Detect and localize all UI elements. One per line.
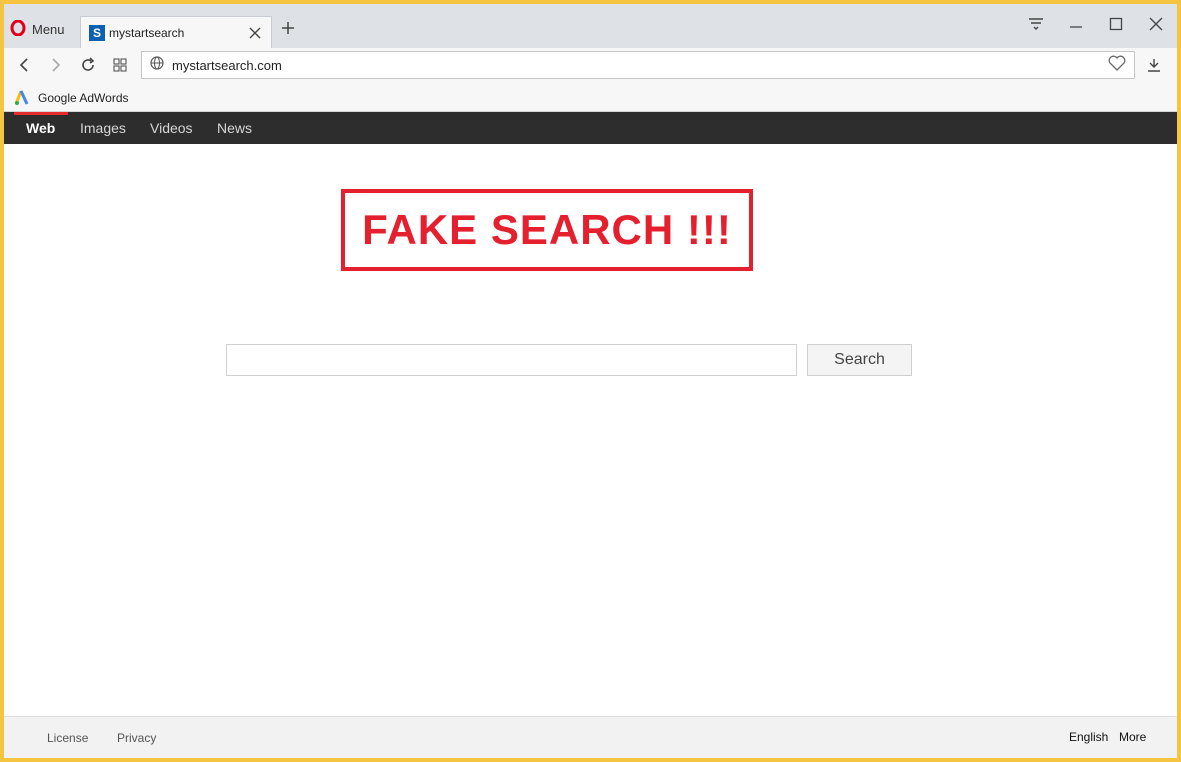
reload-icon	[80, 56, 96, 78]
sliders-icon	[1028, 17, 1044, 36]
bookmarks-bar: Google AdWords	[4, 84, 1177, 112]
footer-link-license[interactable]: License	[47, 731, 88, 745]
back-button[interactable]	[12, 55, 36, 79]
banner-text: FAKE SEARCH !!!	[362, 206, 732, 253]
chevron-right-icon	[50, 57, 62, 77]
opera-logo-icon	[10, 19, 26, 39]
minimize-button[interactable]	[1064, 14, 1088, 38]
bookmark-label: Google AdWords	[38, 91, 129, 105]
close-icon[interactable]	[247, 25, 263, 41]
fake-search-banner: FAKE SEARCH !!!	[341, 189, 753, 271]
reload-button[interactable]	[76, 55, 100, 79]
easy-setup-button[interactable]	[1024, 14, 1048, 38]
search-input[interactable]	[226, 344, 797, 376]
tab-title: mystartsearch	[109, 25, 185, 40]
maximize-button[interactable]	[1104, 14, 1128, 38]
speed-dial-button[interactable]	[108, 55, 132, 79]
opera-menu-button[interactable]: Menu	[10, 16, 65, 42]
menu-label: Menu	[32, 21, 65, 37]
new-tab-button[interactable]	[278, 20, 298, 40]
address-bar[interactable]: mystartsearch.com	[141, 51, 1135, 79]
heart-icon[interactable]	[1108, 55, 1126, 76]
footer-link-privacy[interactable]: Privacy	[117, 731, 156, 745]
chevron-left-icon	[18, 57, 30, 77]
close-icon	[1149, 17, 1163, 36]
tab-news[interactable]: News	[217, 112, 252, 144]
page-footer: License Privacy English More	[4, 716, 1177, 758]
footer-link-more[interactable]: More	[1119, 730, 1146, 744]
search-button[interactable]: Search	[807, 344, 912, 376]
downloads-button[interactable]	[1142, 55, 1166, 79]
grid-icon	[113, 58, 127, 77]
adwords-logo-icon	[14, 89, 30, 108]
footer-link-english[interactable]: English	[1069, 730, 1108, 744]
bookmark-google-adwords[interactable]: Google AdWords	[14, 88, 129, 108]
search-category-nav: Web Images Videos News	[4, 112, 1177, 144]
url-text[interactable]: mystartsearch.com	[172, 58, 1108, 73]
browser-window: Menu S mystartsearch mystartsearch.com G…	[4, 4, 1177, 758]
site-favicon-icon: S	[89, 24, 105, 41]
minimize-icon	[1069, 17, 1083, 36]
tab-mystartsearch[interactable]: S mystartsearch	[80, 16, 272, 48]
plus-icon	[281, 21, 295, 40]
tab-strip: Menu S mystartsearch	[4, 4, 1177, 48]
tab-web[interactable]: Web	[26, 112, 55, 144]
globe-icon	[150, 55, 164, 75]
maximize-icon	[1109, 17, 1123, 36]
address-toolbar: mystartsearch.com	[4, 48, 1177, 84]
download-icon	[1147, 58, 1161, 77]
forward-button[interactable]	[44, 55, 68, 79]
tab-images[interactable]: Images	[80, 112, 126, 144]
close-window-button[interactable]	[1144, 14, 1168, 38]
tab-videos[interactable]: Videos	[150, 112, 193, 144]
